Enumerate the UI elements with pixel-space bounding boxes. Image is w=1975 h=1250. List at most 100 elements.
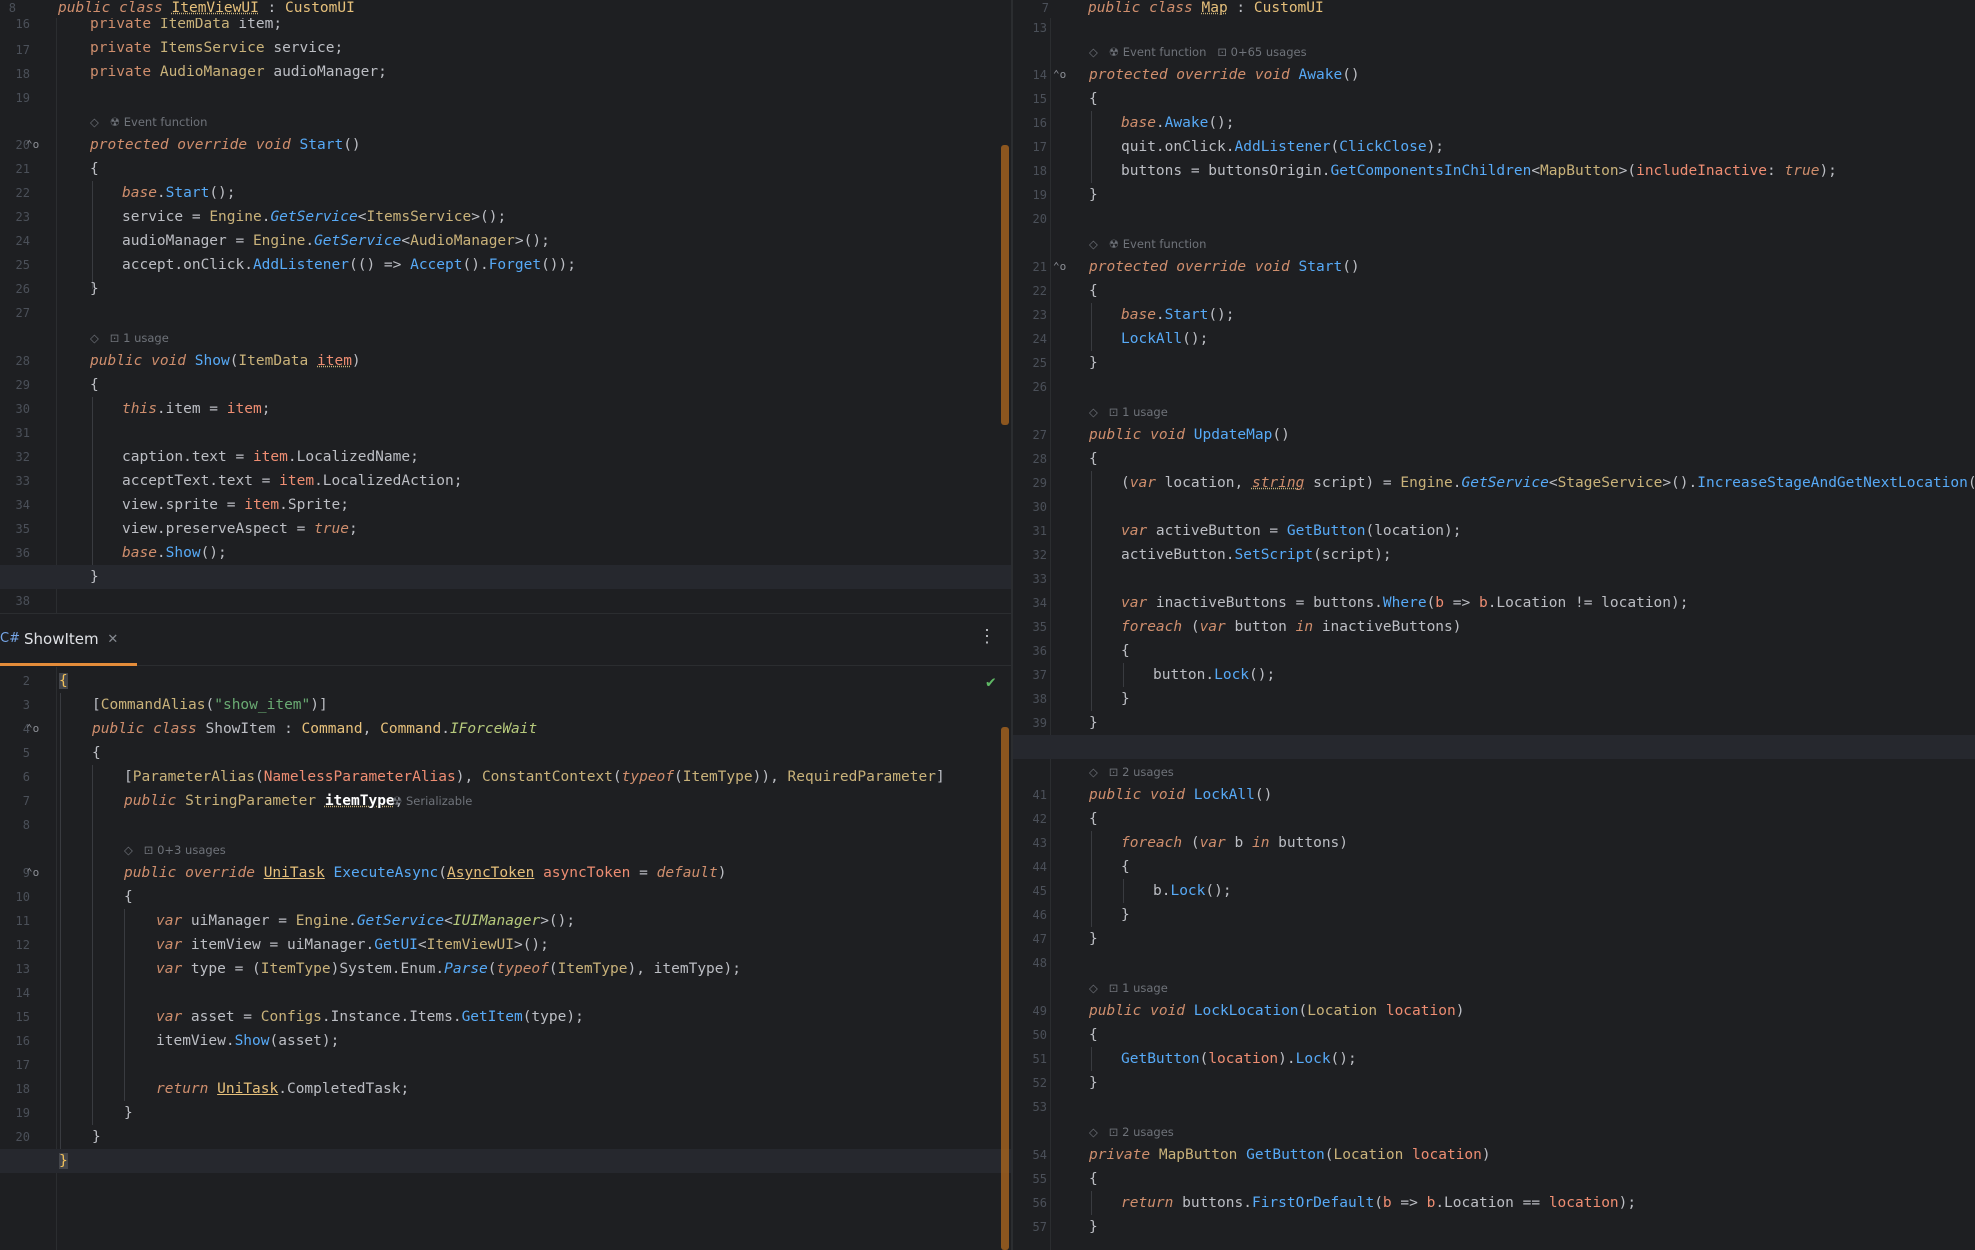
code-line[interactable]: var type = (ItemType)System.Enum.Parse(t… — [57, 957, 1011, 981]
code-line[interactable]: { — [1051, 447, 1975, 471]
code-line[interactable]: { — [57, 741, 1011, 765]
code-line[interactable]: public void LockAll() — [1051, 783, 1975, 807]
current-line[interactable] — [1013, 735, 1975, 759]
code-line[interactable]: var uiManager = Engine.GetService<IUIMan… — [57, 909, 1011, 933]
code-line[interactable]: activeButton.SetScript(script); — [1051, 543, 1975, 567]
class-name[interactable]: Map — [1202, 0, 1228, 16]
code-line[interactable]: foreach (var b in buttons) — [1051, 831, 1975, 855]
code-line[interactable]: [CommandAlias("show_item")] — [57, 693, 1011, 717]
code-line[interactable]: } — [1051, 183, 1975, 207]
code-line[interactable]: base.Start(); — [57, 181, 1011, 205]
code-line[interactable]: var inactiveButtons = buttons.Where(b =>… — [1051, 591, 1975, 615]
code-line[interactable]: (var location, string script) = Engine.G… — [1051, 471, 1975, 495]
code-line[interactable]: { — [57, 669, 1011, 693]
code-vision-hint[interactable]: ◇ ⊡ 2 usages — [1089, 760, 1174, 784]
code-line[interactable]: } — [1051, 711, 1975, 735]
code-line[interactable]: public override UniTask ExecuteAsync(Asy… — [57, 861, 1011, 885]
code-line[interactable]: protected override void Start() — [57, 133, 1011, 157]
code-line[interactable]: LockAll(); — [1051, 327, 1975, 351]
code-area[interactable]: ◇ ☢ Event function ⊡ 0+65 usages protect… — [1013, 0, 1975, 1250]
base-class[interactable]: CustomUI — [285, 0, 355, 16]
code-line[interactable]: GetButton(location).Lock(); — [1051, 1047, 1975, 1071]
code-line[interactable]: accept.onClick.AddListener(() => Accept(… — [57, 253, 1011, 277]
scrollbar-thumb[interactable] — [1001, 727, 1009, 1250]
base-class[interactable]: CustomUI — [1254, 0, 1324, 16]
current-line[interactable]: } — [0, 565, 1011, 589]
code-line[interactable]: view.preserveAspect = true; — [57, 517, 1011, 541]
code-line[interactable]: [ParameterAlias(NamelessParameterAlias),… — [57, 765, 1011, 789]
code-vision-hint[interactable]: ◇ ⊡ 2 usages — [1089, 1120, 1174, 1144]
code-vision-hint[interactable]: ◇ ⊡ 0+3 usages — [124, 838, 226, 862]
code-line[interactable]: base.Show(); — [57, 541, 1011, 565]
code-line[interactable]: this.item = item; — [57, 397, 1011, 421]
code-area[interactable]: { [CommandAlias("show_item")] public cla… — [0, 667, 1011, 1250]
code-line[interactable]: { — [57, 157, 1011, 181]
code-line[interactable]: } — [1051, 927, 1975, 951]
code-line[interactable]: } — [57, 1101, 1011, 1125]
code-vision-hint[interactable]: ◇ ☢ Event function — [90, 110, 207, 134]
code-line[interactable]: { — [1051, 87, 1975, 111]
editor-pane-map[interactable]: 7 public class Map : CustomUI 13 14 15 1… — [1013, 0, 1975, 1250]
code-line[interactable]: var activeButton = GetButton(location); — [1051, 519, 1975, 543]
code-line[interactable]: { — [1051, 855, 1975, 879]
code-line[interactable]: public void Show(ItemData item) — [57, 349, 1011, 373]
code-line[interactable]: foreach (var button in inactiveButtons) — [1051, 615, 1975, 639]
code-line[interactable]: { — [1051, 807, 1975, 831]
code-line[interactable]: buttons = buttonsOrigin.GetComponentsInC… — [1051, 159, 1975, 183]
code-line[interactable]: itemView.Show(asset); — [57, 1029, 1011, 1053]
code-line[interactable]: quit.onClick.AddListener(ClickClose); — [1051, 135, 1975, 159]
code-line[interactable]: view.sprite = item.Sprite; — [57, 493, 1011, 517]
code-line[interactable]: var itemView = uiManager.GetUI<ItemViewU… — [57, 933, 1011, 957]
close-icon[interactable]: ✕ — [108, 628, 118, 647]
code-line[interactable]: return UniTask.CompletedTask; — [57, 1077, 1011, 1101]
code-line[interactable]: { — [1051, 1023, 1975, 1047]
code-line[interactable]: } — [1051, 1215, 1975, 1239]
code-line[interactable]: protected override void Start() — [1051, 255, 1975, 279]
code-line[interactable]: button.Lock(); — [1051, 663, 1975, 687]
code-line[interactable]: { — [1051, 639, 1975, 663]
code-line[interactable]: { — [57, 373, 1011, 397]
code-line[interactable]: protected override void Awake() — [1051, 63, 1975, 87]
current-line[interactable]: } — [0, 1149, 1011, 1173]
code-vision-hint[interactable]: ◇ ☢ Event function — [1089, 232, 1206, 256]
code-line[interactable]: { — [1051, 279, 1975, 303]
code-line[interactable]: base.Awake(); — [1051, 111, 1975, 135]
code-line[interactable]: } — [1051, 1071, 1975, 1095]
override-gutter-icon[interactable]: ⌃o — [26, 861, 39, 885]
implements-gutter-icon[interactable]: ⌃o — [26, 717, 39, 741]
code-line[interactable]: audioManager = Engine.GetService<AudioMa… — [57, 229, 1011, 253]
code-line[interactable]: public void LockLocation(Location locati… — [1051, 999, 1975, 1023]
code-line[interactable]: public StringParameter itemType; — [57, 789, 1011, 813]
code-line[interactable]: return buttons.FirstOrDefault(b => b.Loc… — [1051, 1191, 1975, 1215]
code-vision-hint[interactable]: ◇ ⊡ 1 usage — [1089, 976, 1168, 1000]
code-area[interactable]: private ItemData item; private ItemsServ… — [0, 0, 1011, 613]
code-line[interactable]: { — [1051, 1167, 1975, 1191]
code-vision-hint[interactable]: ☢ Serializable — [392, 789, 472, 813]
editor-pane-itemviewui[interactable]: 8 public class ItemViewUI : CustomUI ✔ 1… — [0, 0, 1011, 613]
code-line[interactable]: private MapButton GetButton(Location loc… — [1051, 1143, 1975, 1167]
code-vision-hint[interactable]: ◇ ⊡ 1 usage — [1089, 400, 1168, 424]
code-line[interactable]: } — [1051, 903, 1975, 927]
code-line[interactable]: public void UpdateMap() — [1051, 423, 1975, 447]
code-line[interactable]: } — [1051, 687, 1975, 711]
code-vision-hint[interactable]: ◇ ⊡ 1 usage — [90, 326, 169, 350]
code-vision-hint[interactable]: ◇ ☢ Event function ⊡ 0+65 usages — [1089, 40, 1307, 64]
editor-pane-showitem[interactable]: ✔ 2 3 4 ⌃o 5 6 7 8 9 ⌃o 10 11 12 13 14 1… — [0, 667, 1011, 1250]
code-line[interactable]: } — [1051, 351, 1975, 375]
code-line[interactable]: caption.text = item.LocalizedName; — [57, 445, 1011, 469]
code-line[interactable]: private ItemsService service; — [57, 36, 1011, 60]
code-line[interactable]: public class ShowItem : Command, Command… — [57, 717, 1011, 741]
scrollbar-thumb[interactable] — [1001, 145, 1009, 425]
more-options-icon[interactable]: ⋮ — [978, 626, 996, 647]
code-line[interactable]: } — [57, 1125, 1011, 1149]
code-line[interactable]: var asset = Configs.Instance.Items.GetIt… — [57, 1005, 1011, 1029]
code-line[interactable]: b.Lock(); — [1051, 879, 1975, 903]
class-name[interactable]: ItemViewUI — [172, 0, 259, 16]
code-line[interactable]: service = Engine.GetService<ItemsService… — [57, 205, 1011, 229]
override-gutter-icon[interactable]: ⌃o — [26, 133, 39, 157]
code-line[interactable]: { — [57, 885, 1011, 909]
code-line[interactable]: } — [57, 277, 1011, 301]
tab-showitem[interactable]: C# ShowItem ✕ — [0, 614, 137, 666]
code-line[interactable]: private AudioManager audioManager; — [57, 60, 1011, 84]
code-line[interactable]: base.Start(); — [1051, 303, 1975, 327]
